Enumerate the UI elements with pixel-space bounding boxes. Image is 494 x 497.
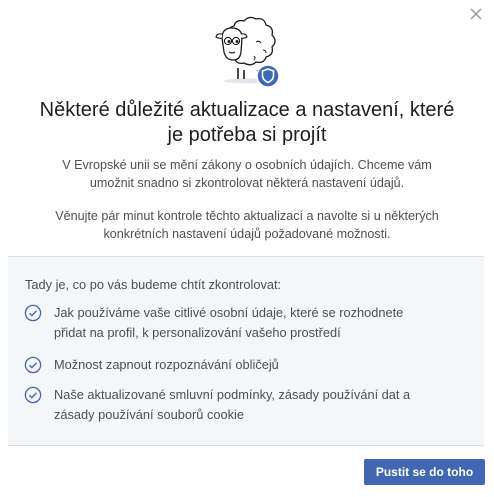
list-item-line: přidat na profil, k personalizování vaše… bbox=[54, 325, 341, 340]
sheep-with-shield-icon bbox=[208, 12, 286, 90]
close-button[interactable] bbox=[468, 6, 484, 22]
description-line: konkrétních nastavení údajů požadované m… bbox=[103, 227, 391, 241]
dialog-description: V Evropské unii se mění zákony o osobníc… bbox=[0, 156, 494, 192]
review-panel-intro: Tady je, co po vás budeme chtít zkontrol… bbox=[25, 277, 282, 292]
dialog-title: Některé důležité aktualizace a nastavení… bbox=[0, 98, 494, 148]
list-item-line: zásady používání souborů cookie bbox=[54, 407, 244, 422]
list-item-line: Naše aktualizované smluvní podmínky, zás… bbox=[54, 387, 411, 402]
close-icon bbox=[470, 8, 482, 20]
list-item-line: Jak používáme vaše citlivé osobní údaje,… bbox=[54, 305, 404, 320]
list-item-text: Možnost zapnout rozpoznávání obličejů bbox=[54, 355, 279, 375]
check-circle-icon bbox=[24, 356, 42, 374]
review-panel: Tady je, co po vás budeme chtít zkontrol… bbox=[8, 256, 484, 446]
privacy-update-dialog: Některé důležité aktualizace a nastavení… bbox=[0, 0, 494, 497]
get-started-button[interactable]: Pustit se do toho bbox=[364, 459, 485, 485]
list-item-line: Možnost zapnout rozpoznávání obličejů bbox=[54, 357, 279, 372]
check-circle-icon bbox=[24, 304, 42, 322]
list-item: Jak používáme vaše citlivé osobní údaje,… bbox=[24, 303, 464, 343]
list-item-text: Jak používáme vaše citlivé osobní údaje,… bbox=[54, 303, 403, 343]
list-item-text: Naše aktualizované smluvní podmínky, zás… bbox=[54, 385, 410, 425]
description-line: umožnit snadno si zkontrolovat některá n… bbox=[89, 176, 405, 190]
dialog-title-line: Některé důležité aktualizace a nastavení… bbox=[39, 99, 455, 121]
description-line: V Evropské unii se mění zákony o osobníc… bbox=[62, 158, 432, 172]
description-line: Věnujte pár minut kontrole těchto aktual… bbox=[55, 209, 439, 223]
dialog-description-secondary: Věnujte pár minut kontrole těchto aktual… bbox=[0, 207, 494, 243]
list-item: Naše aktualizované smluvní podmínky, zás… bbox=[24, 385, 464, 425]
check-circle-icon bbox=[24, 386, 42, 404]
list-item: Možnost zapnout rozpoznávání obličejů bbox=[24, 355, 464, 375]
dialog-title-line: je potřeba si projít bbox=[167, 124, 327, 146]
